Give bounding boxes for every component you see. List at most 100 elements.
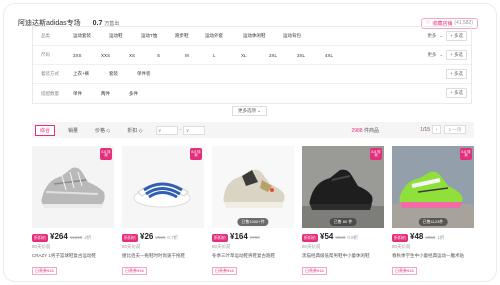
price-max-input[interactable]: ¥ — [183, 125, 206, 135]
sales-tag: 已售1000+件 — [237, 218, 269, 226]
sort-bar: 综合 销量 价格 ◇ 折扣 ◇ ¥ - ¥ 2988 件商品 1/15 ‹ 1 … — [32, 122, 474, 138]
original-price: ¥1299 — [69, 235, 83, 240]
filter-options: 上衣+裤 套装 单件装 — [73, 71, 471, 77]
filter-option[interactable]: XXS — [101, 53, 123, 58]
original-price: ¥399 — [425, 235, 436, 240]
sort-discount[interactable]: 折扣 ◇ — [123, 125, 146, 136]
sneaker-image — [223, 169, 285, 208]
page-total: /15 — [423, 127, 430, 133]
discount: 2折 — [84, 235, 92, 240]
filter-option[interactable]: 多件 — [129, 91, 153, 97]
product-name[interactable]: 捷比佰夫—拖鞋时时尚速干拖鞋 — [122, 253, 204, 259]
sort-price[interactable]: 价格 ◇ — [91, 125, 114, 136]
multi-select-button[interactable]: + 多选 — [446, 50, 467, 60]
coupon-tag: 日贵券¥16 — [32, 267, 57, 275]
coupon-tag: 日贵券¥16 — [392, 267, 417, 275]
product-card[interactable]: 已售1000+件 折扣价 ¥164 ¥799 80天价前 冬季三叶草运动鞋男鞋复… — [212, 146, 294, 276]
filter-label: 品类 — [41, 33, 50, 38]
product-price: ¥164 — [230, 232, 248, 241]
result-count: 2988 件商品 — [351, 127, 379, 134]
discount: 1折 — [437, 235, 445, 240]
chevron-down-icon: ⌄ — [439, 52, 444, 57]
product-image[interactable]: 8.8 特卖 — [122, 146, 204, 228]
price-row: 折扣价 ¥264 ¥1299 2折 — [32, 232, 114, 242]
filter-option[interactable]: 上衣+裤 — [73, 71, 103, 77]
price-row: 折扣价 ¥26 ¥699 0.7折 — [122, 232, 204, 242]
product-meta: 80天价前 — [302, 244, 321, 249]
promo-tag: 8.8 特卖 — [370, 148, 382, 160]
product-price: ¥264 — [50, 232, 68, 241]
filter-option[interactable]: 3XS — [73, 53, 95, 58]
multi-select-button[interactable]: + 多选 — [446, 88, 467, 98]
sales-tag: 已售 80 件 — [329, 218, 357, 226]
filter-row-quantity: 搭配数量 单件 两件 多件 + 多选 — [33, 84, 471, 103]
price-badge: 折扣价 — [302, 234, 318, 242]
filter-option[interactable]: 4XL — [325, 53, 349, 58]
filter-option[interactable]: 单件装 — [137, 71, 161, 77]
product-name[interactable]: 黑猫经典级低帮男鞋中小童休闲鞋 — [302, 253, 384, 259]
sales-tag: 已售1123件 — [418, 218, 448, 226]
filter-option[interactable]: S — [157, 53, 179, 58]
product-meta: 80天价前 — [212, 244, 231, 249]
filter-option[interactable]: 运动休闲鞋 — [243, 33, 277, 39]
result-count-number: 2988 — [351, 127, 363, 134]
original-price: ¥699 — [155, 235, 166, 240]
price-badge: 折扣价 — [122, 234, 138, 242]
product-name[interactable]: CRAZY 1男子篮球鞋复古运动鞋 — [32, 253, 114, 259]
original-price: ¥569 — [335, 235, 346, 240]
filter-option[interactable]: XL — [241, 53, 263, 58]
filter-option[interactable]: 运动外套 — [205, 33, 237, 39]
filter-option[interactable]: 运动鞋 — [109, 33, 135, 39]
filter-option[interactable]: 3XL — [297, 53, 319, 58]
promo-tag: 8.8 特卖 — [100, 148, 112, 160]
filter-option[interactable]: 运动T恤 — [141, 33, 169, 39]
product-image[interactable]: 已售1000+件 — [212, 146, 294, 228]
original-price: ¥799 — [249, 235, 260, 240]
filter-option[interactable]: L — [213, 53, 235, 58]
multi-select-button[interactable]: + 多选 — [446, 69, 467, 79]
product-price: ¥54 — [320, 232, 334, 241]
product-meta: 80天价前 — [32, 244, 51, 249]
product-card[interactable]: 8.8 特卖 已售1123件 折扣价 ¥48 ¥399 1折 80天价前 春秋季… — [392, 146, 474, 276]
product-image[interactable]: 8.8 特卖 已售 80 件 — [302, 146, 384, 228]
filter-option[interactable]: 套装 — [109, 71, 131, 77]
price-range-dash: - — [179, 127, 182, 133]
discount: 0.9折 — [347, 235, 359, 240]
more-options-link[interactable]: 更多 — [427, 33, 436, 39]
product-name[interactable]: 春秋季学生中小童经典运动—魔术贴 — [392, 253, 474, 259]
more-filters-button[interactable]: 更多选项 ⌄ — [232, 106, 268, 116]
more-options-link[interactable]: 更多 — [427, 52, 436, 58]
price-badge: 折扣价 — [392, 234, 408, 242]
filter-option[interactable]: 2XL — [269, 53, 291, 58]
sort-sales[interactable]: 销量 — [64, 125, 82, 136]
price-min-input[interactable]: ¥ — [155, 125, 178, 135]
promo-tag: 8.8 特卖 — [190, 148, 202, 160]
filter-option[interactable]: XS — [129, 53, 151, 58]
product-card[interactable]: 8.8 特卖 折扣价 ¥264 ¥1299 2折 80天价前 CRAZY 1男子… — [32, 146, 114, 276]
coupon-tag: 日贵券¥16 — [212, 267, 237, 275]
product-image[interactable]: 8.8 特卖 已售1123件 — [392, 146, 474, 228]
filter-option[interactable]: M — [185, 53, 207, 58]
product-card[interactable]: 8.8 特卖 已售 80 件 折扣价 ¥54 ¥569 0.9折 80天价前 黑… — [302, 146, 384, 276]
prev-page-button[interactable]: ‹ — [432, 125, 441, 134]
multi-select-button[interactable]: + 多选 — [446, 31, 467, 41]
filter-label: 搭配数量 — [41, 90, 59, 96]
product-price: ¥48 — [410, 232, 424, 241]
filter-option[interactable]: 运动套装 — [73, 33, 103, 39]
page-indicator: 1/15 — [420, 127, 430, 133]
filter-option[interactable]: 单件 — [73, 91, 95, 97]
product-image[interactable]: 8.8 特卖 — [32, 146, 114, 228]
filter-options: 运动套装 运动鞋 运动T恤 跑步鞋 运动外套 运动休闲鞋 运动背包 — [73, 33, 471, 39]
sort-default[interactable]: 综合 — [35, 124, 56, 136]
price-row: 折扣价 ¥164 ¥799 — [212, 232, 294, 242]
product-card[interactable]: 8.8 特卖 折扣价 ¥26 ¥699 0.7折 80天价前 捷比佰夫—拖鞋时时… — [122, 146, 204, 276]
filter-label: 着装方式 — [41, 71, 59, 76]
page-jump-button[interactable]: 1 一页 — [444, 125, 466, 134]
filter-option[interactable]: 跑步鞋 — [175, 33, 199, 39]
product-grid: 8.8 特卖 折扣价 ¥264 ¥1299 2折 80天价前 CRAZY 1男子… — [32, 146, 474, 276]
filter-panel: 品类 运动套装 运动鞋 运动T恤 跑步鞋 运动外套 运动休闲鞋 运动背包 更多 ⌄… — [32, 26, 472, 104]
product-name[interactable]: 冬季三叶草运动鞋男鞋复古跑鞋 — [212, 253, 294, 259]
filter-option[interactable]: 运动背包 — [283, 33, 307, 39]
filter-option[interactable]: 两件 — [101, 91, 123, 97]
product-meta: 80天价前 — [122, 244, 141, 249]
